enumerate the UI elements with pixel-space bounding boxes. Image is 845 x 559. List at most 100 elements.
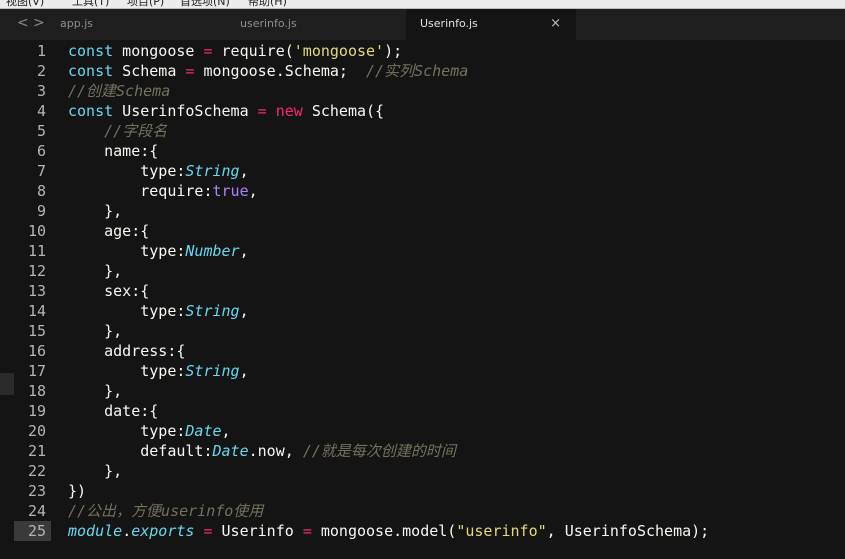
code-text[interactable]: type:Number, bbox=[68, 241, 248, 261]
code-line[interactable]: 20 type:Date, bbox=[0, 421, 845, 441]
code-token: Schema({ bbox=[302, 102, 385, 120]
code-line[interactable]: 2 const Schema = mongoose.Schema; //实列Sch… bbox=[0, 61, 845, 81]
code-line[interactable]: 15 }, bbox=[0, 321, 845, 341]
code-token: name:{ bbox=[68, 142, 159, 160]
code-token: //公出，方便userinfo使用 bbox=[68, 502, 264, 520]
code-token: address:{ bbox=[68, 342, 186, 360]
code-text[interactable]: type:Date, bbox=[68, 421, 230, 441]
code-line[interactable]: 11 type:Number, bbox=[0, 241, 845, 261]
code-text[interactable]: }, bbox=[68, 261, 122, 281]
code-token: Date bbox=[185, 422, 222, 440]
code-text[interactable]: }, bbox=[68, 381, 122, 401]
tab-label: app.js bbox=[60, 17, 93, 30]
code-token: }, bbox=[68, 202, 123, 220]
close-icon[interactable]: × bbox=[550, 9, 561, 38]
line-number: 3 bbox=[36, 82, 46, 100]
line-number: 23 bbox=[27, 482, 46, 500]
code-line[interactable]: 8 require:true, bbox=[0, 181, 845, 201]
code-line[interactable]: 3 //创建Schema bbox=[0, 81, 845, 101]
code-line[interactable]: 13 sex:{ bbox=[0, 281, 845, 301]
menu-bar: 视图(V) 工具(T) 项目(P) 首选项(N) 帮助(H) bbox=[0, 0, 845, 9]
code-token: }, bbox=[68, 262, 123, 280]
code-token: , UserinfoSchema); bbox=[546, 522, 710, 540]
tab-userinfo-js-active[interactable]: Userinfo.js × bbox=[406, 9, 576, 40]
code-text[interactable]: const Schema = mongoose.Schema; //实列Sche… bbox=[68, 61, 468, 81]
code-line[interactable]: 21 default:Date.now, //就是每次创建的时间 bbox=[0, 441, 845, 461]
code-text[interactable]: }) bbox=[68, 481, 86, 501]
tab-label: Userinfo.js bbox=[420, 17, 478, 30]
code-token: ); bbox=[384, 42, 403, 60]
forward-arrow-icon[interactable]: > bbox=[33, 15, 45, 31]
code-token: //就是每次创建的时间 bbox=[302, 442, 456, 460]
code-text[interactable]: }, bbox=[68, 201, 122, 221]
menu-item-view[interactable]: 视图(V) bbox=[6, 0, 44, 8]
line-number: 5 bbox=[36, 122, 46, 140]
code-line[interactable]: 1 const mongoose = require('mongoose'); bbox=[0, 41, 845, 61]
code-line[interactable]: 10 age:{ bbox=[0, 221, 845, 241]
code-text[interactable]: type:String, bbox=[68, 301, 248, 321]
code-token: = bbox=[302, 522, 312, 540]
code-token: Userinfo bbox=[212, 522, 303, 540]
line-number: 8 bbox=[36, 182, 46, 200]
code-line[interactable]: 9 }, bbox=[0, 201, 845, 221]
code-line[interactable]: 6 name:{ bbox=[0, 141, 845, 161]
code-token: //创建Schema bbox=[68, 82, 171, 100]
code-token: String bbox=[185, 162, 240, 180]
code-line[interactable]: 4 const UserinfoSchema = new Schema({ bbox=[0, 101, 845, 121]
back-arrow-icon[interactable]: < bbox=[17, 15, 29, 31]
code-text[interactable]: //公出，方便userinfo使用 bbox=[68, 501, 263, 521]
tab-userinfo-js[interactable]: userinfo.js bbox=[225, 9, 395, 40]
line-number: 2 bbox=[36, 62, 46, 80]
code-line[interactable]: 16 address:{ bbox=[0, 341, 845, 361]
menu-item-tools[interactable]: 工具(T) bbox=[72, 0, 109, 8]
code-editor[interactable]: 1 const mongoose = require('mongoose'); 2 c… bbox=[0, 40, 845, 559]
code-text[interactable]: type:String, bbox=[68, 361, 248, 381]
code-token: .now, bbox=[248, 442, 303, 460]
code-line[interactable]: 12 }, bbox=[0, 261, 845, 281]
code-text[interactable]: }, bbox=[68, 461, 122, 481]
code-line[interactable]: 7 type:String, bbox=[0, 161, 845, 181]
code-text[interactable]: address:{ bbox=[68, 341, 185, 361]
code-text[interactable]: date:{ bbox=[68, 401, 158, 421]
code-token: Date bbox=[212, 442, 249, 460]
code-line[interactable]: 23}) bbox=[0, 481, 845, 501]
line-number: 10 bbox=[27, 222, 46, 240]
code-token: require: bbox=[68, 182, 213, 200]
code-text[interactable]: default:Date.now, //就是每次创建的时间 bbox=[68, 441, 456, 461]
code-text[interactable]: require:true, bbox=[68, 181, 257, 201]
line-number: 19 bbox=[27, 402, 46, 420]
code-text[interactable]: const UserinfoSchema = new Schema({ bbox=[68, 101, 384, 121]
code-text[interactable]: //字段名 bbox=[68, 121, 167, 141]
code-text[interactable]: const mongoose = require('mongoose'); bbox=[68, 41, 402, 61]
code-line[interactable]: 25 module.exports = Userinfo = mongoose.m… bbox=[0, 521, 845, 541]
menu-item-preferences[interactable]: 首选项(N) bbox=[180, 0, 230, 8]
menu-item-project[interactable]: 项目(P) bbox=[127, 0, 164, 8]
line-number: 6 bbox=[36, 142, 46, 160]
line-number: 22 bbox=[27, 462, 46, 480]
code-line[interactable]: 17 type:String, bbox=[0, 361, 845, 381]
code-text[interactable]: type:String, bbox=[68, 161, 248, 181]
code-line[interactable]: 14 type:String, bbox=[0, 301, 845, 321]
code-text[interactable]: sex:{ bbox=[68, 281, 149, 301]
code-line[interactable]: 19 date:{ bbox=[0, 401, 845, 421]
code-line[interactable]: 18 }, bbox=[0, 381, 845, 401]
menu-item-help[interactable]: 帮助(H) bbox=[248, 0, 287, 8]
code-token: UserinfoSchema bbox=[113, 102, 258, 120]
code-text[interactable]: age:{ bbox=[68, 221, 149, 241]
code-text[interactable]: }, bbox=[68, 321, 122, 341]
code-token: const bbox=[68, 62, 114, 80]
code-text[interactable]: //创建Schema bbox=[68, 81, 170, 101]
code-text[interactable]: module.exports = Userinfo = mongoose.mod… bbox=[68, 521, 709, 541]
code-token: new bbox=[275, 102, 303, 120]
line-number: 18 bbox=[27, 382, 46, 400]
line-number: 25 bbox=[14, 521, 51, 541]
code-line[interactable]: 22 }, bbox=[0, 461, 845, 481]
tab-app-js[interactable]: app.js bbox=[55, 9, 225, 40]
code-text[interactable]: name:{ bbox=[68, 141, 158, 161]
tab-label: userinfo.js bbox=[240, 17, 297, 30]
code-token: const bbox=[68, 102, 114, 120]
code-line[interactable]: 5 //字段名 bbox=[0, 121, 845, 141]
code-token: = bbox=[257, 102, 267, 120]
code-line[interactable]: 24 //公出，方便userinfo使用 bbox=[0, 501, 845, 521]
